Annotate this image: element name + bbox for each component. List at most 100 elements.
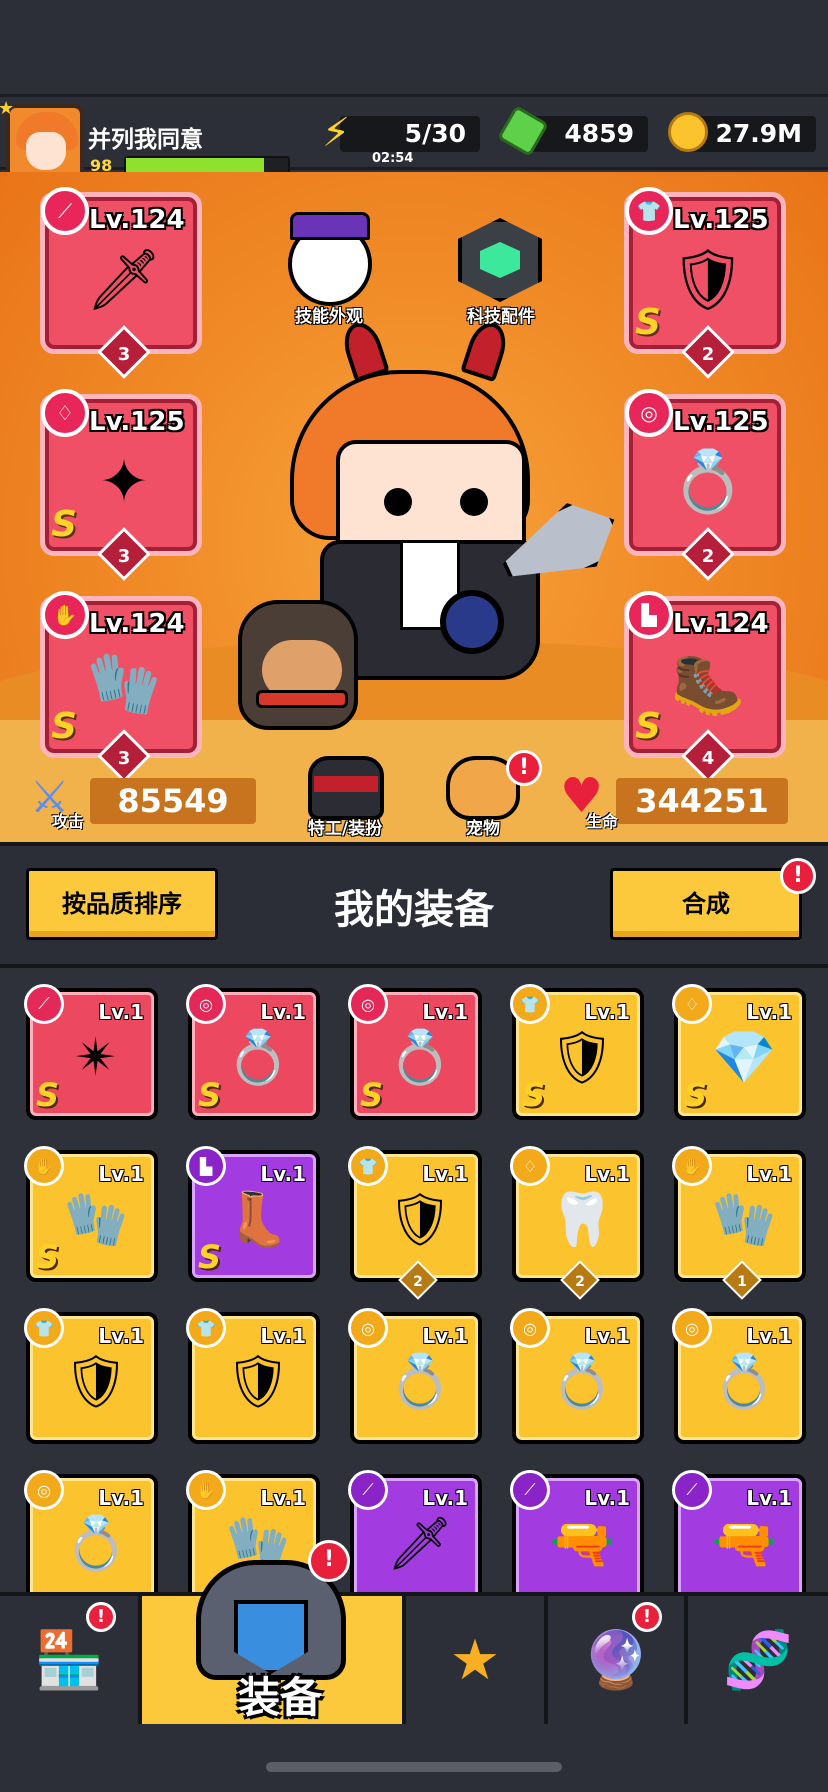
star-count: 2 [701,546,715,567]
gacha-ball-icon: 🔮 [581,1628,651,1693]
inventory-item[interactable]: ✋ Lv.1 🧤 S [24,1146,158,1282]
merge-alert-badge: ! [780,858,816,894]
equipped-slot-glove[interactable]: ✋ Lv.124 🧤 S 3 [40,591,202,783]
inventory-item[interactable]: ⟋ Lv.1 🔫 [672,1470,806,1606]
inventory-item[interactable]: 👕 Lv.1 🛡 [186,1308,320,1444]
glove-icon: ✋ [41,591,89,639]
inventory-item[interactable]: ◎ Lv.1 💍 [348,1308,482,1444]
inventory-item[interactable]: ⟋ Lv.1 🗡 [348,1470,482,1606]
equipment-alert-badge: ! [308,1540,350,1582]
inventory-item[interactable]: ◎ Lv.1 💍 S [186,984,320,1120]
weapon-icon: ⟋ [672,1470,712,1510]
battle-star-icon: ★ [449,1627,501,1693]
top-hat-icon [290,212,370,240]
star-count: 3 [117,748,131,769]
inventory-item[interactable]: ◎ Lv.1 💍 [672,1308,806,1444]
inventory-item[interactable]: ◎ Lv.1 💍 [510,1308,644,1444]
inventory-item[interactable]: ⟋ Lv.1 ✴ S [24,984,158,1120]
bottom-safe-area [0,1726,828,1792]
item-level: Lv.1 [746,1486,792,1510]
inventory-item[interactable]: 👕 Lv.1 🛡 [24,1308,158,1444]
inventory-item[interactable]: ⟋ Lv.1 🔫 [510,1470,644,1606]
item-level: Lv.1 [584,1486,630,1510]
boots-icon: ▙ [625,591,673,639]
star-count: 2 [701,344,715,365]
necklace-icon: ♢ [672,984,712,1024]
weapon-icon: ⟋ [510,1470,550,1510]
weapon-icon: ⟋ [41,187,89,235]
armor-icon: 👕 [348,1146,388,1186]
equip-level: Lv.125 [89,407,185,437]
equipped-slot-belt[interactable]: ◎ Lv.125 💍 2 [624,389,786,581]
glove-icon: 🧤 [711,1190,777,1250]
equip-level: Lv.124 [89,609,185,639]
gold-coin-icon [668,112,708,152]
tech-parts-label[interactable]: 科技配件 [436,302,566,327]
inventory-item[interactable]: ♢ Lv.1 🦷 2 [510,1146,644,1300]
glove-icon: 🧤 [63,1190,129,1250]
item-level: Lv.1 [98,1324,144,1348]
item-grade: S [36,1076,60,1114]
pet-label[interactable]: 宠物 [418,814,548,839]
pet-dog-scarf [256,690,348,708]
belt-icon: ◎ [348,1308,388,1348]
armor-icon: 🛡 [62,1352,129,1412]
nav-gacha[interactable]: 🔮 [548,1596,688,1724]
player-name: 并列我同意 [88,127,203,153]
gacha-alert-badge: ! [632,1602,662,1632]
equip-level: Lv.125 [673,407,769,437]
fang-necklace-icon: 🦷 [549,1190,615,1250]
necklace-icon: ♢ [510,1146,550,1186]
item-level: Lv.1 [98,1000,144,1024]
item-level: Lv.1 [260,1162,306,1186]
equip-level: Lv.124 [89,205,185,235]
inventory-item[interactable]: ♢ Lv.1 💎 S [672,984,806,1120]
inventory-item[interactable]: ▙ Lv.1 👢 S [186,1146,320,1282]
weapon-icon: ⟋ [348,1470,388,1510]
home-indicator[interactable] [266,1762,562,1772]
belt-icon: ◎ [186,984,226,1024]
equipped-slot-weapon[interactable]: ⟋ Lv.124 🗡 3 [40,187,202,379]
necklace-art-icon: ✦ [98,447,150,517]
inventory-item[interactable]: ✋ Lv.1 🧤 1 [672,1146,806,1300]
skill-skin-label[interactable]: 技能外观 [264,302,394,327]
belt-icon: 💍 [225,1028,291,1088]
agent-outfit-label[interactable]: 特工/装扮 [280,814,410,839]
energy-timer: 02:54 [372,151,414,166]
inventory-title: 我的装备 [334,887,494,933]
nav-evolution[interactable]: 🧬 [688,1596,828,1724]
hp-label: 生命 [586,812,619,831]
kunai-icon: 🗡 [85,245,163,315]
item-level: Lv.1 [260,1486,306,1510]
equipped-slot-armor[interactable]: 👕 Lv.125 🛡 S 2 [624,187,786,379]
avatar-face [26,132,66,170]
weapon-icon: ⟋ [24,984,64,1024]
item-level: Lv.1 [98,1162,144,1186]
nav-shop[interactable]: 🏪 [0,1596,142,1724]
equipped-slot-necklace[interactable]: ♢ Lv.125 ✦ S 3 [40,389,202,581]
item-level: Lv.1 [746,1324,792,1348]
inventory-item[interactable]: 👕 Lv.1 🛡 S [510,984,644,1120]
nav-battle[interactable]: ★ [406,1596,548,1724]
belt-icon: ◎ [510,1308,550,1348]
boots-icon: 👢 [225,1190,291,1250]
item-level: Lv.1 [422,1324,468,1348]
inventory-item[interactable]: ◎ Lv.1 💍 S [348,984,482,1120]
inventory-item[interactable]: ◎ Lv.1 💍 [24,1470,158,1606]
shotgun-icon: 🔫 [549,1514,615,1574]
energy-counter[interactable]: 5/30 [340,116,480,152]
kunai-icon: 🗡 [386,1514,453,1574]
hero-weapon-handle [440,590,504,654]
belt-icon: 💍 [549,1352,615,1412]
armor-icon: 👕 [510,984,550,1024]
sort-by-quality-button[interactable]: 按品质排序 [26,868,218,940]
merge-button[interactable]: 合成 [610,868,802,940]
player-avatar[interactable] [6,104,84,182]
armor-icon: 🛡 [386,1190,453,1250]
pet-alert-badge: ! [506,750,542,786]
boots-art-icon: 🥾 [670,649,746,719]
equip-level: Lv.125 [673,205,769,235]
inventory-item[interactable]: 👕 Lv.1 🛡 2 [348,1146,482,1300]
armor-icon: 👕 [186,1308,226,1348]
equipped-slot-boots[interactable]: ▙ Lv.124 🥾 S 4 [624,591,786,783]
